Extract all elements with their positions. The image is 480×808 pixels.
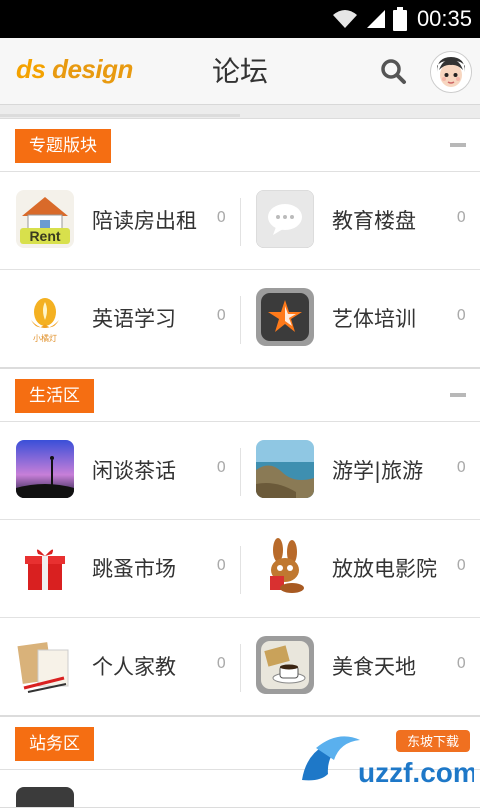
- forum-item[interactable]: 跳蚤市场 0: [0, 520, 240, 617]
- gift-icon: [16, 538, 74, 596]
- forum-count: 0: [216, 556, 226, 574]
- star-badge-icon: [256, 288, 314, 346]
- forum-row: 闲谈茶话 0 游学|旅游 0: [0, 422, 480, 520]
- forum-item[interactable]: 艺体培训 0: [240, 270, 480, 367]
- chat-bubble-icon: [256, 190, 314, 248]
- forum-label: 闲谈茶话: [92, 459, 176, 483]
- section-header[interactable]: 专题版块: [0, 119, 480, 172]
- forum-item[interactable]: 美食天地 0: [240, 618, 480, 715]
- forum-label: 个人家教: [92, 655, 176, 679]
- forum-label: 教育楼盘: [332, 209, 416, 233]
- forum-label: 美食天地: [332, 655, 416, 679]
- forum-icon-partial: [16, 787, 74, 807]
- signal-icon: [366, 10, 385, 28]
- section-topics: 专题版块 Rent 陪读房出租 0 教育楼盘 0 小橘灯 英语学习 0 艺体培训…: [0, 118, 480, 368]
- app-header: ds design 论坛: [0, 38, 480, 105]
- forum-item[interactable]: 个人家教 0: [0, 618, 240, 715]
- search-button[interactable]: [376, 54, 412, 90]
- forum-label: 陪读房出租: [92, 209, 197, 233]
- svg-text:小橘灯: 小橘灯: [33, 333, 57, 343]
- forum-row: 个人家教 0 美食天地 0: [0, 618, 480, 715]
- watermark-brand: uzzf.com: [358, 757, 474, 788]
- forum-count: 0: [216, 208, 226, 226]
- forum-item[interactable]: 小橘灯 英语学习 0: [0, 270, 240, 367]
- status-time: 00:35: [416, 6, 472, 31]
- forum-label: 英语学习: [92, 307, 176, 331]
- forum-label: 游学|旅游: [332, 459, 424, 483]
- forum-label: 放放电影院: [332, 557, 437, 581]
- coffee-icon: [256, 636, 314, 694]
- status-bar: 00:35: [0, 0, 480, 38]
- night-sky-icon: [16, 440, 74, 498]
- forum-count: 0: [456, 306, 466, 324]
- wifi-icon: [332, 10, 357, 28]
- section-title: 生活区: [15, 379, 94, 413]
- tab-indicator-bar: [0, 105, 480, 117]
- watermark-logo: 东坡下载 uzzf.com: [298, 718, 478, 796]
- section-title: 站务区: [15, 727, 94, 761]
- forum-count: 0: [456, 556, 466, 574]
- battery-icon: [392, 7, 407, 31]
- watermark-sub: 东坡下载: [407, 735, 459, 750]
- search-icon: [381, 59, 406, 84]
- forum-count: 0: [456, 458, 466, 476]
- forum-count: 0: [216, 458, 226, 476]
- stationery-icon: [16, 636, 74, 694]
- forum-row: 小橘灯 英语学习 0 艺体培训 0: [0, 270, 480, 367]
- svg-text:Rent: Rent: [29, 228, 60, 244]
- section-title: 专题版块: [15, 129, 111, 163]
- forum-count: 0: [456, 208, 466, 226]
- user-avatar-icon: [431, 52, 471, 92]
- forum-row: 跳蚤市场 0 放放电影院 0: [0, 520, 480, 618]
- forum-count: 0: [216, 306, 226, 324]
- rabbit-icon: [256, 538, 314, 596]
- section-header[interactable]: 生活区: [0, 369, 480, 422]
- rent-house-icon: Rent: [16, 190, 74, 248]
- forum-label: 跳蚤市场: [92, 557, 176, 581]
- tab-indicator: [0, 114, 240, 117]
- forum-item[interactable]: Rent 陪读房出租 0: [0, 172, 240, 269]
- lamp-icon: 小橘灯: [16, 288, 74, 346]
- coast-icon: [256, 440, 314, 498]
- collapse-icon[interactable]: [450, 143, 466, 147]
- forum-row: Rent 陪读房出租 0 教育楼盘 0: [0, 172, 480, 270]
- forum-item[interactable]: 闲谈茶话 0: [0, 422, 240, 519]
- collapse-icon[interactable]: [450, 393, 466, 397]
- forum-count: 0: [456, 654, 466, 672]
- forum-item[interactable]: 游学|旅游 0: [240, 422, 480, 519]
- avatar[interactable]: [430, 51, 472, 93]
- forum-item[interactable]: 教育楼盘 0: [240, 172, 480, 269]
- forum-item[interactable]: 放放电影院 0: [240, 520, 480, 617]
- section-life: 生活区 闲谈茶话 0 游学|旅游 0 跳蚤市场 0 放放电影院 0 个人家教 0…: [0, 368, 480, 716]
- forum-count: 0: [216, 654, 226, 672]
- forum-label: 艺体培训: [332, 307, 416, 331]
